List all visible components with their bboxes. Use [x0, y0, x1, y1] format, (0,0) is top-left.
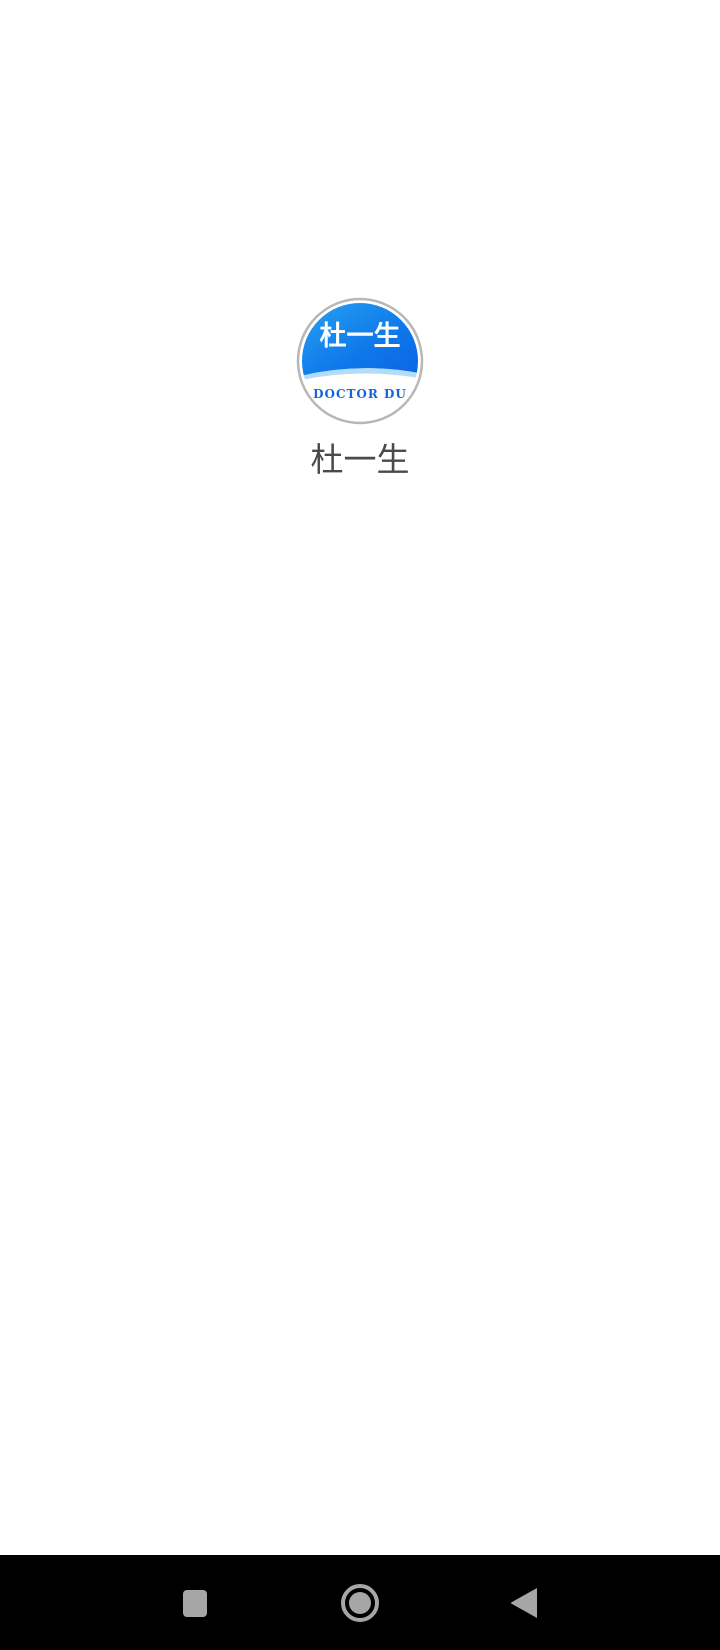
screen: 杜一生 DOCTOR DU 杜一生 — [0, 0, 720, 1650]
app-name: 杜一生 — [310, 440, 410, 479]
home-button[interactable] — [332, 1575, 388, 1631]
square-icon — [183, 1590, 207, 1617]
logo-bottom-text: DOCTOR DU — [313, 387, 407, 401]
back-button[interactable] — [497, 1575, 553, 1631]
splash-screen: 杜一生 DOCTOR DU 杜一生 — [0, 0, 720, 1555]
system-nav-bar — [0, 1555, 720, 1650]
doctor-du-logo-icon: 杜一生 DOCTOR DU — [296, 297, 424, 425]
recent-apps-button[interactable] — [167, 1575, 223, 1631]
circle-icon — [341, 1584, 379, 1622]
triangle-back-icon — [511, 1588, 537, 1618]
logo-top-text: 杜一生 — [320, 321, 401, 352]
app-logo: 杜一生 DOCTOR DU — [296, 297, 424, 425]
